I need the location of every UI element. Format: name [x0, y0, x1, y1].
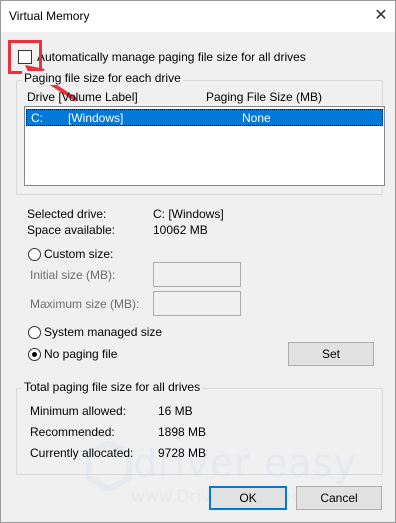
drive-list[interactable]: C: [Windows] None	[24, 106, 385, 186]
col-header-size[interactable]: Paging File Size (MB)	[206, 90, 322, 104]
drive-row-c[interactable]: C: [Windows] None	[26, 109, 383, 126]
ok-button[interactable]: OK	[209, 486, 287, 510]
col-header-drive[interactable]: Drive [Volume Label]	[27, 90, 138, 104]
close-icon[interactable]: ✕	[370, 5, 392, 27]
system-managed-radio[interactable]	[28, 326, 41, 339]
selected-drive-value: C: [Windows]	[153, 207, 224, 221]
currently-allocated-label: Currently allocated:	[30, 446, 134, 460]
minimum-allowed-label: Minimum allowed:	[30, 404, 127, 418]
drive-volume-label: [Windows]	[68, 111, 124, 125]
no-paging-file-radio[interactable]	[28, 348, 41, 361]
custom-size-radio[interactable]	[28, 248, 41, 261]
space-available-label: Space available:	[27, 223, 116, 237]
recommended-value: 1898 MB	[158, 425, 207, 439]
custom-size-label[interactable]: Custom size:	[44, 247, 113, 261]
minimum-allowed-value: 16 MB	[158, 404, 193, 418]
window-title: Virtual Memory	[9, 9, 90, 23]
auto-manage-label[interactable]: Automatically manage paging file size fo…	[37, 50, 306, 64]
title-bar: Virtual Memory ✕	[1, 1, 395, 32]
drives-group-title: Paging file size for each drive	[22, 71, 183, 85]
totals-group-title: Total paging file size for all drives	[22, 380, 203, 394]
virtual-memory-dialog: Virtual Memory ✕ driver easy www.DriverE…	[0, 0, 396, 523]
recommended-label: Recommended:	[30, 425, 115, 439]
space-available-value: 10062 MB	[153, 223, 208, 237]
drive-letter: C:	[31, 111, 43, 125]
initial-size-input[interactable]	[153, 262, 241, 287]
no-paging-file-label[interactable]: No paging file	[44, 347, 117, 361]
set-button[interactable]: Set	[288, 342, 374, 366]
cancel-button[interactable]: Cancel	[296, 486, 382, 510]
currently-allocated-value: 9728 MB	[158, 446, 207, 460]
initial-size-label: Initial size (MB):	[30, 268, 116, 282]
maximum-size-label: Maximum size (MB):	[30, 297, 140, 311]
selected-drive-label: Selected drive:	[27, 207, 107, 221]
system-managed-label[interactable]: System managed size	[44, 325, 162, 339]
drive-paging-size: None	[242, 111, 271, 125]
maximum-size-input[interactable]	[153, 291, 241, 316]
